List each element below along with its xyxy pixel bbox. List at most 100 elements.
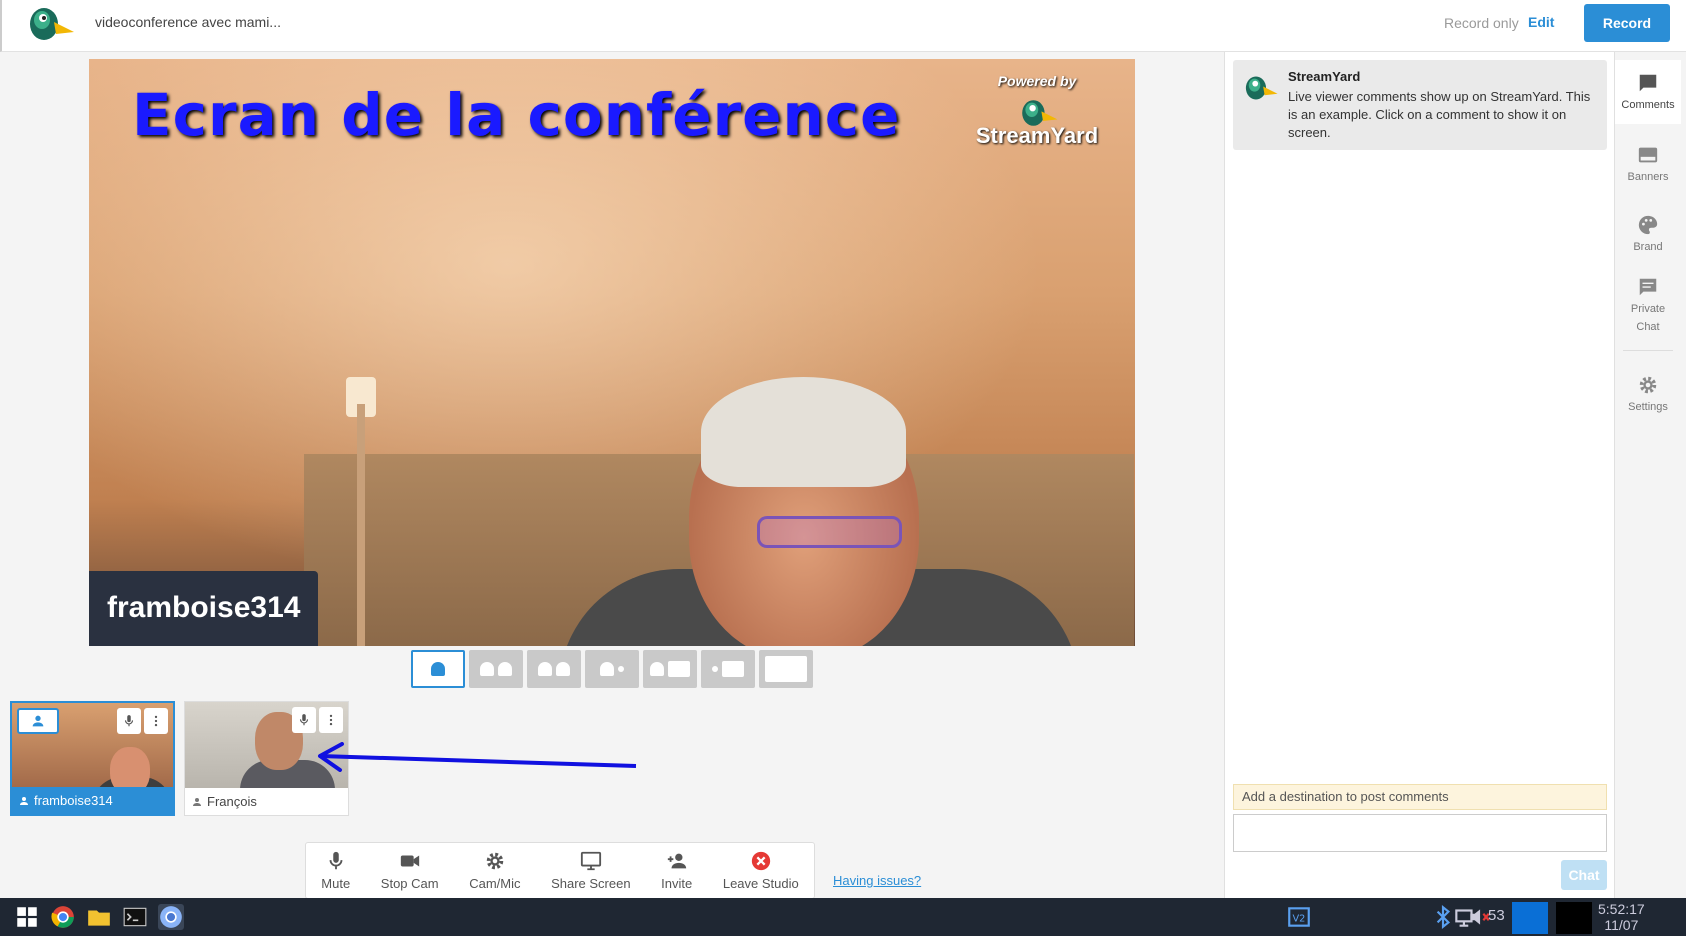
palette-icon [1638, 215, 1658, 235]
rail-settings[interactable]: Settings [1615, 364, 1681, 424]
rail-brand-label: Brand [1633, 241, 1663, 253]
chromium-icon[interactable] [158, 904, 184, 930]
stop-cam-button[interactable]: Stop Cam [366, 843, 454, 898]
person-icon [20, 796, 28, 805]
rail-divider [1623, 350, 1673, 351]
streamyard-avatar-icon [1245, 76, 1278, 100]
rail-banners[interactable]: Banners [1615, 134, 1681, 194]
leave-studio-button[interactable]: Leave Studio [708, 843, 815, 898]
rail-banners-label: Banners [1627, 171, 1669, 183]
clock[interactable]: 5:52:17 11/07 [1598, 901, 1645, 933]
svg-text:V2: V2 [1293, 913, 1306, 924]
streamyard-watermark-icon [1022, 100, 1058, 126]
person-icon [193, 797, 201, 806]
vnc-icon[interactable]: V2 [1286, 904, 1312, 930]
participant-tile-framboise314[interactable]: framboise314 [10, 701, 175, 816]
participant-name-bar: framboise314 [12, 787, 173, 814]
video-face [110, 747, 150, 791]
stage-name-plate: framboise314 [89, 571, 319, 646]
screen-icon [722, 661, 744, 677]
rail-private-chat[interactable]: Private Chat [1615, 266, 1681, 346]
gear-icon [1639, 376, 1657, 394]
screen-icon [765, 656, 807, 682]
destination-notice: Add a destination to post comments [1233, 784, 1607, 810]
rail-settings-label: Settings [1628, 401, 1668, 413]
windows-start-icon[interactable] [14, 904, 40, 930]
small-person-icon [618, 666, 624, 672]
powered-by-text: Powered by [997, 73, 1077, 89]
app-window-thumb[interactable] [1556, 902, 1592, 934]
close-circle-icon [751, 851, 770, 871]
comment-item[interactable]: StreamYard Live viewer comments show up … [1233, 60, 1607, 150]
banner-icon [1638, 147, 1658, 163]
participant-more-button[interactable] [144, 708, 168, 734]
screen-icon [668, 661, 690, 677]
share-screen-button[interactable]: Share Screen [536, 843, 646, 898]
small-person-icon [712, 666, 718, 672]
file-manager-icon[interactable] [86, 904, 112, 930]
participant-more-button[interactable] [319, 707, 343, 733]
record-button[interactable]: Record [1584, 4, 1670, 42]
edit-link[interactable]: Edit [1528, 14, 1554, 30]
record-only-label: Record only [1444, 15, 1519, 31]
share-screen-label: Share Screen [551, 876, 631, 891]
comment-text: Live viewer comments show up on StreamYa… [1288, 89, 1591, 140]
participant-name: François [207, 794, 257, 809]
more-vertical-icon [154, 715, 158, 727]
volume-level: 53 [1488, 907, 1505, 924]
video-lamp [357, 404, 365, 646]
cam-mic-settings-button[interactable]: Cam/Mic [454, 843, 536, 898]
mute-label: Mute [321, 876, 351, 891]
add-person-icon [667, 853, 686, 869]
video-person-hair [701, 377, 906, 487]
powered-by-watermark: Powered by StreamYard [957, 73, 1117, 149]
mute-button[interactable]: Mute [306, 843, 366, 898]
person-icon [600, 662, 614, 676]
top-bar: videoconference avec mami... Record only… [0, 0, 1686, 52]
broadcast-title[interactable]: videoconference avec mami... [95, 14, 281, 30]
person-icon [538, 662, 552, 676]
studio-app: videoconference avec mami... Record only… [0, 0, 1686, 936]
studio-controls: Mute Stop Cam Cam/Mic Share Screen Invit… [305, 842, 815, 899]
stage-overlay-title: Ecran de la conférence [132, 81, 901, 149]
rail-chat-label: Chat [1636, 321, 1660, 333]
layout-group-button[interactable] [469, 650, 523, 688]
rail-private-label: Private [1630, 303, 1666, 315]
layout-solo-button[interactable] [411, 650, 465, 688]
add-to-stage-button[interactable] [17, 708, 59, 734]
annotation-arrow-icon [318, 742, 637, 772]
chat-send-button[interactable]: Chat [1561, 860, 1607, 890]
person-icon [556, 662, 570, 676]
stop-cam-label: Stop Cam [380, 876, 439, 891]
video-person-glasses [757, 516, 902, 548]
invite-button[interactable]: Invite [646, 843, 708, 898]
streamyard-logo-icon [30, 8, 74, 40]
participant-mic-button[interactable] [117, 708, 141, 734]
terminal-icon[interactable] [122, 904, 148, 930]
rail-brand[interactable]: Brand [1615, 204, 1681, 264]
participant-mic-button[interactable] [292, 707, 316, 733]
microphone-icon [329, 851, 343, 870]
having-issues-link[interactable]: Having issues? [833, 873, 921, 888]
layout-pip-button[interactable] [643, 650, 697, 688]
rail-comments[interactable]: Comments [1615, 60, 1681, 124]
video-camera-icon [400, 855, 419, 867]
comments-panel: StreamYard Live viewer comments show up … [1224, 52, 1614, 898]
app-window-thumb[interactable] [1512, 902, 1548, 934]
participant-name-bar: François [185, 788, 348, 815]
rail-comments-label: Comments [1621, 99, 1675, 111]
person-icon [480, 662, 494, 676]
layout-group-split-button[interactable] [527, 650, 581, 688]
clock-date: 11/07 [1604, 917, 1639, 933]
broadcast-stage[interactable]: Ecran de la conférence Powered by Stream… [89, 59, 1135, 646]
chat-icon [1639, 278, 1657, 296]
layout-cinema-button[interactable] [701, 650, 755, 688]
layout-thin-button[interactable] [585, 650, 639, 688]
invite-label: Invite [661, 876, 693, 891]
layout-screen-only-button[interactable] [759, 650, 813, 688]
comment-author: StreamYard [1288, 69, 1361, 84]
chat-input[interactable] [1233, 814, 1607, 852]
chrome-icon[interactable] [50, 904, 76, 930]
cam-mic-label: Cam/Mic [469, 876, 521, 891]
layout-selector [411, 650, 813, 688]
